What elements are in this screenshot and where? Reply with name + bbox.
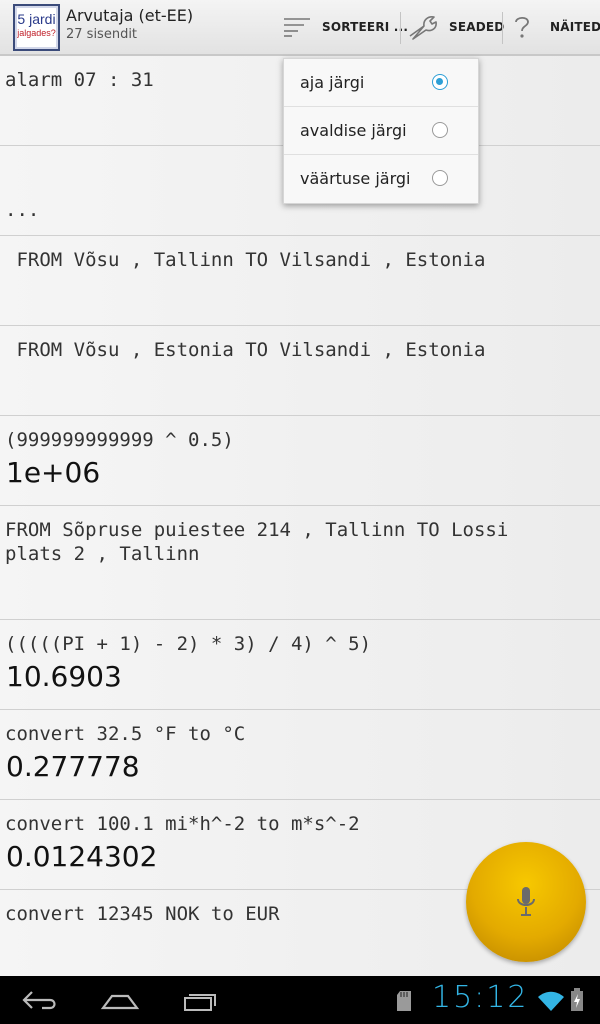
list-item[interactable]: FROM Võsu , Estonia TO Vilsandi , Estoni… <box>0 326 600 416</box>
app-subtitle: 27 sisendit <box>66 27 138 42</box>
expression-text: convert 12345 NOK to EUR <box>5 903 280 925</box>
sort-icon <box>284 18 310 37</box>
recent-apps-icon[interactable] <box>182 988 218 1012</box>
radio-unselected-icon[interactable] <box>432 122 448 138</box>
wifi-icon <box>538 991 564 1011</box>
examples-button-label: NÄITED <box>550 20 600 34</box>
action-bar: 5 jardi jalgades? Arvutaja (et-EE) 27 si… <box>0 0 600 56</box>
wrench-icon <box>409 16 437 40</box>
list-item[interactable]: FROM Sõpruse puiestee 214 , Tallinn TO L… <box>0 506 600 620</box>
result-value: 1e+06 <box>6 456 101 489</box>
status-time: 15:12 <box>432 980 529 1015</box>
system-bar: 15:12 <box>0 976 600 1024</box>
expression-text: FROM Sõpruse puiestee 214 , Tallinn TO L… <box>5 519 509 565</box>
settings-button[interactable]: SEADED <box>408 0 504 54</box>
settings-button-label: SEADED <box>449 20 505 34</box>
sort-option-label: aja järgi <box>300 73 365 92</box>
app-icon-line2: jalgades? <box>17 28 56 38</box>
expression-text: ... <box>5 199 40 221</box>
microphone-icon <box>517 887 535 916</box>
sd-card-icon <box>397 991 411 1011</box>
help-icon <box>515 16 529 38</box>
expression-text: FROM Võsu , Tallinn TO Vilsandi , Estoni… <box>5 249 486 271</box>
toolbar-divider <box>400 12 401 44</box>
expression-text: alarm 07 : 31 <box>5 69 154 91</box>
expression-text: convert 32.5 °F to °C <box>5 723 246 745</box>
sort-menu: aja järgi avaldise järgi väärtuse järgi <box>283 58 479 204</box>
list-item[interactable]: convert 32.5 °F to °C 0.277778 <box>0 710 600 800</box>
toolbar-divider <box>502 12 503 44</box>
sort-option-label: väärtuse järgi <box>300 169 411 188</box>
sort-button-label: SORTEERI ... <box>322 20 409 34</box>
home-icon[interactable] <box>100 988 140 1012</box>
expression-text: FROM Võsu , Estonia TO Vilsandi , Estoni… <box>5 339 486 361</box>
result-value: 0.277778 <box>6 750 140 783</box>
sort-option-by-expression[interactable]: avaldise järgi <box>284 107 478 155</box>
app-icon[interactable]: 5 jardi jalgades? <box>13 4 60 51</box>
expression-text: (((((PI + 1) - 2) * 3) / 4) ^ 5) <box>5 633 372 655</box>
battery-icon <box>571 988 583 1011</box>
radio-selected-icon[interactable] <box>432 74 448 90</box>
result-value: 10.6903 <box>6 660 122 693</box>
back-icon[interactable] <box>20 988 60 1012</box>
list-item[interactable]: FROM Võsu , Tallinn TO Vilsandi , Estoni… <box>0 236 600 326</box>
sort-option-by-value[interactable]: väärtuse järgi <box>284 155 478 203</box>
app-icon-line1: 5 jardi <box>17 11 56 27</box>
sort-option-by-time[interactable]: aja järgi <box>284 59 478 107</box>
app-title: Arvutaja (et-EE) <box>66 6 194 25</box>
sort-button[interactable]: SORTEERI ... <box>282 0 408 54</box>
expression-text: (999999999999 ^ 0.5) <box>5 429 234 451</box>
sort-option-label: avaldise järgi <box>300 121 407 140</box>
microphone-button[interactable] <box>466 842 586 962</box>
list-item[interactable]: (999999999999 ^ 0.5) 1e+06 <box>0 416 600 506</box>
result-value: 0.0124302 <box>6 840 158 873</box>
examples-button[interactable]: NÄITED <box>512 0 600 54</box>
list-item[interactable]: (((((PI + 1) - 2) * 3) / 4) ^ 5) 10.6903 <box>0 620 600 710</box>
radio-unselected-icon[interactable] <box>432 170 448 186</box>
expression-text: convert 100.1 mi*h^-2 to m*s^-2 <box>5 813 360 835</box>
